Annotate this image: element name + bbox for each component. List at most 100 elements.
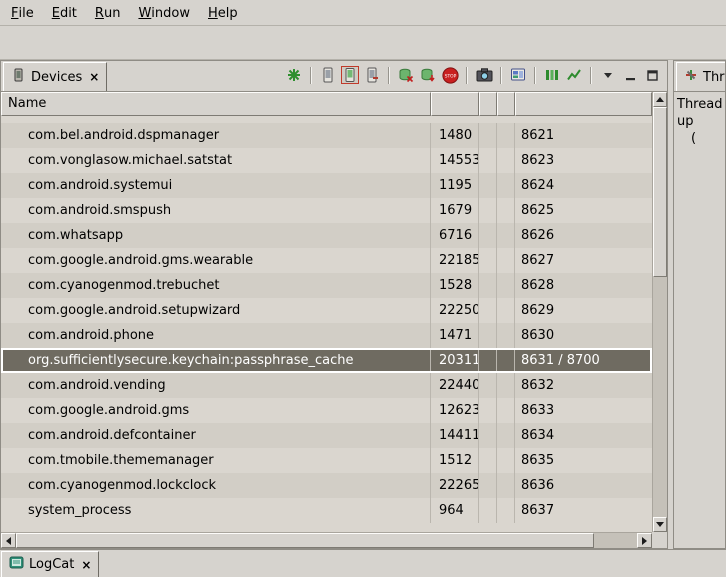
device-row[interactable]: com.android.smspush 1679 8625	[1, 198, 652, 223]
process-port: 8635	[515, 448, 652, 473]
device-row[interactable]: com.bel.android.dspmanager 1480 8621	[1, 123, 652, 148]
scroll-up-button[interactable]	[653, 92, 667, 107]
process-pid: 14411	[431, 423, 479, 448]
device-row[interactable]: com.cyanogenmod.trebuchet 1528 8628	[1, 273, 652, 298]
process-name: com.cyanogenmod.lockclock	[1, 473, 431, 498]
toolbar-separator	[590, 67, 592, 84]
dump-hprof-icon[interactable]	[341, 66, 359, 84]
toolbar-separator	[500, 67, 502, 84]
blank-cell	[497, 248, 515, 273]
blank-cell	[497, 273, 515, 298]
process-port: 8624	[515, 173, 652, 198]
blank-cell	[497, 223, 515, 248]
process-name: org.sufficientlysecure.keychain:passphra…	[1, 348, 431, 373]
process-port: 8631 / 8700	[515, 348, 652, 373]
tab-logcat-label: LogCat	[29, 557, 74, 572]
vertical-scrollbar[interactable]	[652, 92, 667, 532]
debug-process-icon[interactable]	[285, 66, 303, 84]
process-name: com.android.phone	[1, 323, 431, 348]
device-row[interactable]: com.android.vending 22440 8632	[1, 373, 652, 398]
menu-help[interactable]: Help	[199, 0, 247, 25]
column-header-blank2[interactable]	[497, 92, 515, 116]
profiling-chart-icon[interactable]	[565, 66, 583, 84]
device-row[interactable]: com.vonglasow.michael.satstat 14553 8623	[1, 148, 652, 173]
blank-cell	[479, 123, 497, 148]
process-port: 8629	[515, 298, 652, 323]
blank-cell	[479, 473, 497, 498]
devices-panel: Devices ×	[0, 60, 668, 549]
threads-message-line1: Thread up	[677, 96, 722, 130]
process-port: 8621	[515, 123, 652, 148]
tab-devices-label: Devices	[31, 70, 82, 85]
screen-capture-icon[interactable]	[475, 66, 493, 84]
update-threads-icon[interactable]	[397, 66, 415, 84]
device-row[interactable]: com.google.android.gms.wearable 22185 86…	[1, 248, 652, 273]
tab-devices[interactable]: Devices ×	[3, 62, 107, 91]
device-icon	[11, 68, 26, 87]
device-row[interactable]: com.google.android.gms 12623 8633	[1, 398, 652, 423]
device-row[interactable]: org.sufficientlysecure.keychain:passphra…	[1, 348, 652, 373]
process-port: 8634	[515, 423, 652, 448]
blank-cell	[479, 423, 497, 448]
svg-text:STOP: STOP	[444, 73, 456, 79]
view-menu-icon[interactable]	[599, 66, 617, 84]
column-header-port[interactable]	[515, 92, 652, 116]
horizontal-scroll-thumb[interactable]	[16, 533, 594, 548]
process-name: com.tmobile.thememanager	[1, 448, 431, 473]
view-hierarchy-icon[interactable]	[543, 66, 561, 84]
minimize-icon[interactable]	[621, 66, 639, 84]
blank-cell	[479, 398, 497, 423]
process-port: 8626	[515, 223, 652, 248]
scroll-down-button[interactable]	[653, 517, 667, 532]
device-row[interactable]: com.android.systemui 1195 8624	[1, 173, 652, 198]
process-pid: 20311	[431, 348, 479, 373]
column-header-pid[interactable]	[431, 92, 479, 116]
process-pid: 1195	[431, 173, 479, 198]
menu-file[interactable]: File	[2, 0, 43, 25]
vertical-scroll-thumb[interactable]	[653, 107, 667, 277]
menu-window[interactable]: Window	[129, 0, 199, 25]
device-row[interactable]: com.tmobile.thememanager 1512 8635	[1, 448, 652, 473]
blank-cell	[497, 398, 515, 423]
scroll-left-button[interactable]	[1, 533, 16, 548]
menu-run[interactable]: Run	[86, 0, 130, 25]
update-heap-icon[interactable]	[319, 66, 337, 84]
blank-cell	[497, 448, 515, 473]
device-row[interactable]: com.cyanogenmod.lockclock 22265 8636	[1, 473, 652, 498]
blank-cell	[497, 473, 515, 498]
blank-cell	[497, 198, 515, 223]
device-row[interactable]: com.google.android.setupwizard 22250 862…	[1, 298, 652, 323]
tab-threads[interactable]: Threa	[676, 62, 725, 91]
tab-logcat[interactable]: LogCat ×	[1, 551, 99, 577]
column-header-blank1[interactable]	[479, 92, 497, 116]
device-row[interactable]: com.whatsapp 6716 8626	[1, 223, 652, 248]
scroll-right-button[interactable]	[637, 533, 652, 548]
process-table: Name com.bel.android.dspmanager 1480 862…	[1, 92, 667, 548]
blank-cell	[479, 498, 497, 523]
process-pid: 1480	[431, 123, 479, 148]
device-row[interactable]: system_process 964 8637	[1, 498, 652, 523]
method-profiling-icon[interactable]	[419, 66, 437, 84]
process-pid: 1528	[431, 273, 479, 298]
process-port: 8637	[515, 498, 652, 523]
blank-cell	[497, 423, 515, 448]
ddms-window: { "menubar": { "items": [ { "label": "Fi…	[0, 0, 726, 577]
menu-edit[interactable]: Edit	[43, 0, 86, 25]
horizontal-scrollbar[interactable]	[1, 532, 652, 548]
main-toolbar	[0, 26, 726, 60]
logcat-bar: LogCat ×	[0, 549, 726, 577]
device-row[interactable]: com.android.phone 1471 8630	[1, 323, 652, 348]
column-header-name[interactable]: Name	[1, 92, 431, 116]
stop-process-icon[interactable]: STOP	[441, 66, 459, 84]
tab-devices-close-icon[interactable]: ×	[87, 71, 99, 83]
system-info-icon[interactable]	[509, 66, 527, 84]
process-name: com.google.android.gms	[1, 398, 431, 423]
devices-tabstrip: Devices ×	[1, 61, 667, 92]
cause-gc-icon[interactable]	[363, 66, 381, 84]
process-name: com.bel.android.dspmanager	[1, 123, 431, 148]
tab-logcat-close-icon[interactable]: ×	[79, 559, 91, 571]
blank-cell	[479, 273, 497, 298]
process-pid: 6716	[431, 223, 479, 248]
maximize-icon[interactable]	[643, 66, 661, 84]
device-row[interactable]: com.android.defcontainer 14411 8634	[1, 423, 652, 448]
